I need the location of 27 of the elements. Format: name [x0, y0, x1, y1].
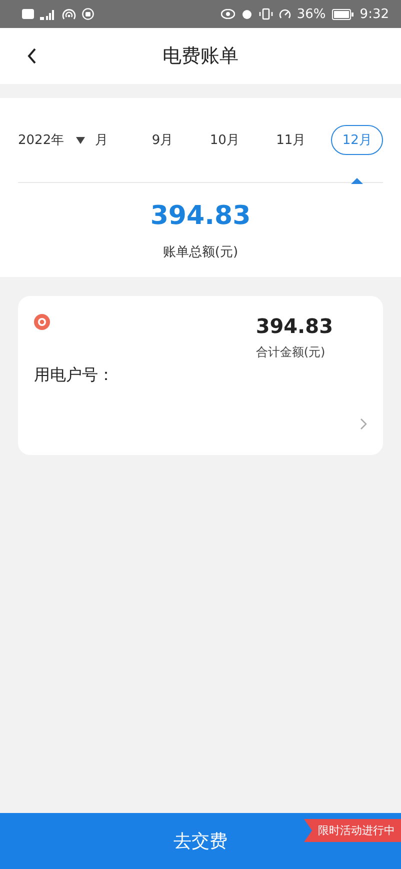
signal-icon [40, 8, 56, 20]
month-tab[interactable]: 10月 [198, 125, 250, 155]
year-dropdown[interactable]: 2022年 [18, 131, 86, 149]
bill-amount: 394.83 [256, 314, 333, 338]
bill-card[interactable]: 394.83 合计金额(元) 用电户号： [18, 296, 383, 455]
total-amount: 394.83 [149, 201, 252, 231]
pointer-icon [351, 178, 364, 184]
battery-percent: 36% [296, 6, 326, 22]
dropdown-caret-icon [76, 136, 86, 144]
month-label: 月 [95, 132, 108, 149]
chevron-icon [360, 418, 367, 430]
clock-time: 9:32 [360, 6, 389, 22]
target-icon [34, 314, 50, 330]
back-icon [27, 48, 37, 64]
month-tab[interactable]: 12月 [331, 125, 383, 155]
promo-badge: 限时活动进行中 [304, 819, 401, 842]
page-title: 电费账单 [162, 44, 238, 69]
eye-icon [220, 9, 235, 19]
total-label: 账单总额(元) [162, 244, 240, 261]
account-number-label: 用电户号： [34, 365, 115, 386]
battery-icon [332, 8, 354, 20]
month-tab[interactable]: 9月 [140, 125, 184, 155]
month-tab[interactable]: 11月 [265, 125, 317, 155]
speed-icon [278, 8, 291, 20]
bill-amount-label: 合计金额(元) [256, 344, 326, 361]
hotspot-icon [62, 8, 76, 20]
vibrate-icon [258, 8, 273, 20]
